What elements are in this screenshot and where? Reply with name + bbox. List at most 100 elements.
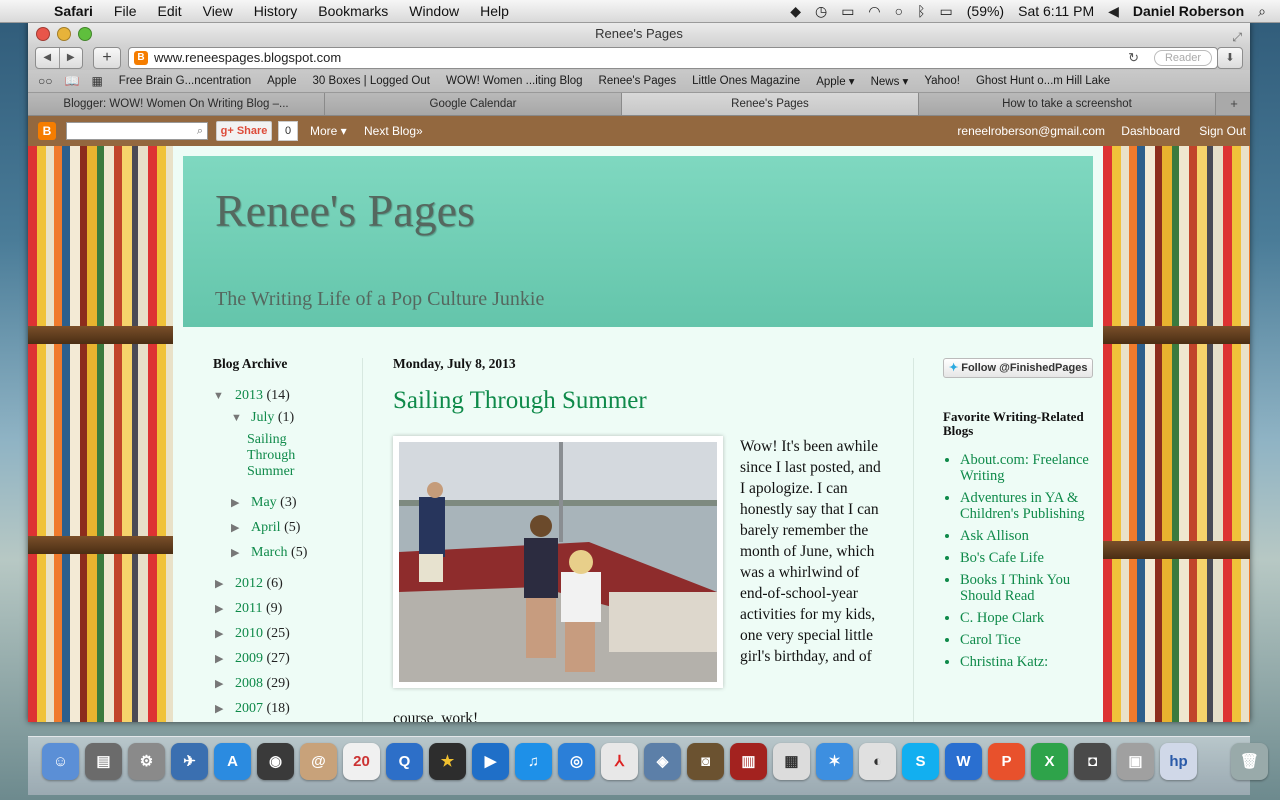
collapse-icon[interactable]: ▼ [213,386,224,406]
preview-icon[interactable]: ✈ [171,743,208,780]
dashboard-icon[interactable]: ◉ [257,743,294,780]
blog-link[interactable]: Bo's Cafe Life [960,550,1044,566]
bookmarks-book-icon[interactable]: 📖 [65,74,80,88]
expand-icon[interactable]: ▶ [231,493,239,513]
more-menu[interactable]: More ▾ [310,124,347,138]
skype-icon[interactable]: S [902,743,939,780]
menu-edit[interactable]: Edit [157,3,181,19]
blog-link[interactable]: About.com: Freelance Writing [960,452,1089,484]
top-sites-icon[interactable]: ▦ [91,74,102,88]
blog-link[interactable]: Adventures in YA & Children's Publishing [960,490,1085,522]
bookmark-item[interactable]: Free Brain G...ncentration [119,75,251,87]
blog-link[interactable]: Books I Think You Should Read [960,572,1070,604]
quicktime-icon[interactable]: Q [386,743,423,780]
dvd-icon[interactable]: ◐ [859,743,896,780]
tab-renees-pages[interactable]: Renee's Pages [622,93,919,115]
excel-icon[interactable]: X [1031,743,1068,780]
bookmark-item[interactable]: Little Ones Magazine [692,75,800,87]
time-machine-icon[interactable]: ◷ [815,3,827,20]
next-blog-link[interactable]: Next Blog» [364,124,423,138]
archive-month[interactable]: May [251,495,277,510]
archive-year[interactable]: 2008 [235,676,263,691]
calculator-icon[interactable]: ▦ [773,743,810,780]
bookmark-item[interactable]: Apple [267,75,296,87]
wifi-icon[interactable]: ◠ [868,3,880,20]
reload-icon[interactable]: ↻ [1128,48,1139,68]
minimize-button[interactable] [57,27,71,41]
finder-icon[interactable]: ☺ [42,743,79,780]
image-capture-icon[interactable]: ◙ [687,743,724,780]
close-button[interactable] [36,27,50,41]
powerpoint-icon[interactable]: P [988,743,1025,780]
photo-icon[interactable]: ▥ [730,743,767,780]
bluetooth-icon[interactable]: ᛒ [917,3,925,19]
archive-post-link[interactable]: Sailing Through Summer [247,432,332,480]
bookmark-item[interactable]: Renee's Pages [599,75,677,87]
facetime-icon[interactable]: ◘ [1074,743,1111,780]
tab-google-calendar[interactable]: Google Calendar [325,93,622,115]
dropbox-icon[interactable]: ◆ [790,3,801,20]
bookmark-item[interactable]: Yahoo! [924,75,960,87]
menu-help[interactable]: Help [480,3,509,19]
adobe-reader-icon[interactable]: ⅄ [601,743,638,780]
dvd-player-icon[interactable]: ◎ [558,743,595,780]
archive-year-2013[interactable]: 2013 [235,388,263,403]
menu-file[interactable]: File [114,3,137,19]
post-title[interactable]: Sailing Through Summer [393,387,893,415]
menu-view[interactable]: View [203,3,233,19]
reader-button[interactable]: Reader [1154,50,1212,66]
reading-list-icon[interactable]: ○○ [38,74,53,88]
contacts-icon[interactable]: @ [300,743,337,780]
battery-percent[interactable]: (59%) [967,3,1004,19]
menu-bookmarks[interactable]: Bookmarks [318,3,388,19]
expand-icon[interactable]: ▶ [215,624,223,644]
menu-history[interactable]: History [254,3,298,19]
blog-link[interactable]: Christina Katz: [960,654,1048,670]
archive-month-july[interactable]: July [251,410,274,425]
search-icon[interactable]: ⌕ [197,123,203,139]
dashboard-link[interactable]: Dashboard [1121,124,1180,138]
final-cut-icon[interactable]: ▶ [472,743,509,780]
photo-booth-icon[interactable]: ▤ [85,743,122,780]
bookmark-item[interactable]: Ghost Hunt o...m Hill Lake [976,75,1110,87]
spotlight-icon[interactable]: ⌕ [1258,3,1266,20]
itunes-icon[interactable]: ♫ [515,743,552,780]
post-photo[interactable] [393,436,723,688]
downloads-button[interactable]: ⬇ [1217,47,1243,69]
zoom-button[interactable] [78,27,92,41]
account-email[interactable]: reneelroberson@gmail.com [957,124,1105,138]
messages-icon[interactable]: ○ [895,3,903,19]
battery-icon[interactable]: ▭ [940,3,953,20]
archive-year[interactable]: 2009 [235,651,263,666]
url-text[interactable]: www.reneespages.blogspot.com [154,48,341,68]
blog-link[interactable]: Ask Allison [960,528,1029,544]
bookmark-item[interactable]: Apple ▾ [816,74,854,88]
blog-title[interactable]: Renee's Pages [215,184,475,237]
word-icon[interactable]: W [945,743,982,780]
blog-link[interactable]: Carol Tice [960,632,1021,648]
expand-icon[interactable]: ▶ [215,674,223,694]
bookmark-item[interactable]: 30 Boxes | Logged Out [313,75,430,87]
expand-icon[interactable]: ▶ [215,699,223,719]
new-tab-button[interactable]: + [1218,93,1250,115]
trash-icon[interactable]: 🗑 [1231,743,1268,780]
imovie-icon[interactable]: ★ [429,743,466,780]
archive-year[interactable]: 2011 [235,601,262,616]
calendar-icon[interactable]: 20 [343,743,380,780]
bookmark-item[interactable]: WOW! Women ...iting Blog [446,75,583,87]
tab-blogger[interactable]: Blogger: WOW! Women On Writing Blog –... [28,93,325,115]
menubar-user[interactable]: Daniel Roberson [1133,3,1244,19]
blogger-logo-icon[interactable]: B [38,122,56,140]
archive-year[interactable]: 2012 [235,576,263,591]
twitter-follow-button[interactable]: ✦ Follow @FinishedPages [943,358,1093,378]
printer-icon[interactable]: ▣ [1117,743,1154,780]
safari-icon[interactable]: ✶ [816,743,853,780]
hp-utility-icon[interactable]: hp [1160,743,1197,780]
expand-icon[interactable]: ▶ [231,543,239,563]
display-icon[interactable]: ▭ [841,3,854,20]
address-bar[interactable]: B www.reneespages.blogspot.com ↻ Reader [128,47,1218,69]
archive-year[interactable]: 2010 [235,626,263,641]
iphoto-icon[interactable]: ◈ [644,743,681,780]
system-preferences-icon[interactable]: ⚙ [128,743,165,780]
archive-month[interactable]: March [251,545,288,560]
